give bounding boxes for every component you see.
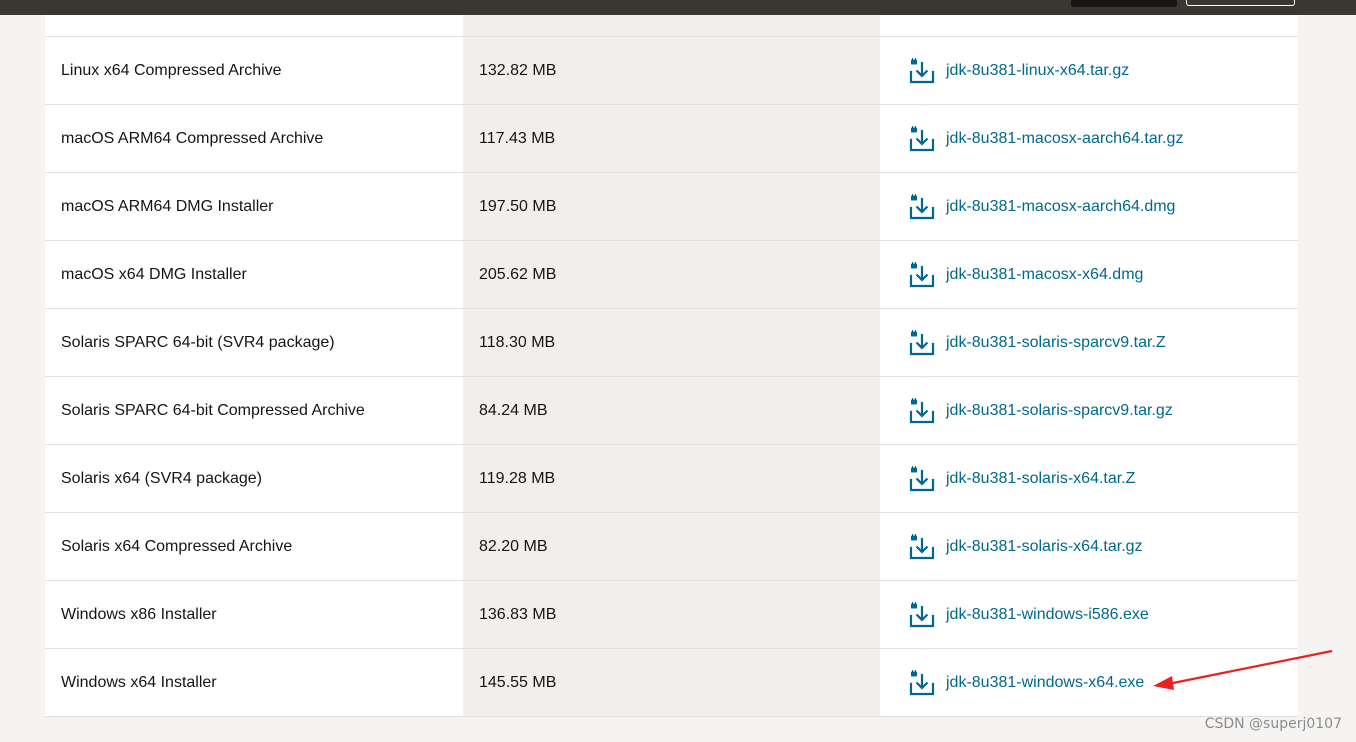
- size-cell: 117.43 MB: [463, 105, 880, 172]
- watermark: CSDN @superj0107: [1204, 716, 1342, 732]
- table-row: macOS x64 DMG Installer 205.62 MB jdk-8u38…: [45, 241, 1298, 309]
- download-link[interactable]: jdk-8u381-solaris-sparcv9.tar.gz: [908, 397, 1173, 424]
- file-cell: [880, 15, 1298, 36]
- top-navigation-bar: [0, 0, 1356, 15]
- download-icon: [909, 601, 935, 627]
- download-icon: [909, 669, 935, 695]
- download-link-label: jdk-8u381-solaris-sparcv9.tar.Z: [946, 333, 1166, 351]
- download-icon: [909, 125, 935, 151]
- description-text: macOS x64 DMG Installer: [61, 265, 247, 283]
- table-row: Solaris x64 Compressed Archive 82.20 MB jd…: [45, 513, 1298, 581]
- description-text: Solaris x64 Compressed Archive: [61, 537, 293, 555]
- description-cell: Windows x86 Installer: [45, 581, 463, 648]
- description-text: Linux x64 Compressed Archive: [61, 61, 282, 79]
- download-link[interactable]: jdk-8u381-linux-x64.tar.gz: [908, 57, 1130, 84]
- download-icon: [909, 57, 935, 83]
- description-text: macOS ARM64 DMG Installer: [61, 197, 274, 215]
- downloads-table: Linux x64 Compressed Archive 132.82 MB jdk…: [45, 15, 1298, 717]
- file-size-text: 145.55 MB: [479, 673, 557, 691]
- download-link[interactable]: jdk-8u381-windows-i586.exe: [908, 601, 1149, 628]
- size-cell: [463, 15, 880, 36]
- file-cell: jdk-8u381-macosx-aarch64.tar.gz: [880, 105, 1298, 172]
- download-icon: [909, 465, 935, 491]
- download-link-label: jdk-8u381-windows-x64.exe: [946, 673, 1145, 691]
- description-cell: Solaris x64 (SVR4 package): [45, 445, 463, 512]
- table-row-partial: [45, 15, 1298, 37]
- download-link[interactable]: jdk-8u381-macosx-aarch64.tar.gz: [908, 125, 1184, 152]
- table-row: Solaris SPARC 64-bit Compressed Archive 8…: [45, 377, 1298, 445]
- download-link-label: jdk-8u381-solaris-x64.tar.gz: [946, 537, 1143, 555]
- size-cell: 82.20 MB: [463, 513, 880, 580]
- file-size-text: 197.50 MB: [479, 197, 557, 215]
- table-row: Solaris x64 (SVR4 package) 119.28 MB jdk-8…: [45, 445, 1298, 513]
- file-size-text: 119.28 MB: [479, 469, 556, 487]
- download-icon: [909, 261, 935, 287]
- file-size-text: 84.24 MB: [479, 401, 548, 419]
- table-row: Windows x64 Installer 145.55 MB jdk-8u381-…: [45, 649, 1298, 717]
- file-cell: jdk-8u381-windows-i586.exe: [880, 581, 1298, 648]
- size-cell: 119.28 MB: [463, 445, 880, 512]
- download-link-label: jdk-8u381-macosx-aarch64.tar.gz: [946, 129, 1184, 147]
- download-link[interactable]: jdk-8u381-windows-x64.exe: [908, 669, 1145, 696]
- file-cell: jdk-8u381-linux-x64.tar.gz: [880, 37, 1298, 104]
- description-text: Solaris SPARC 64-bit (SVR4 package): [61, 333, 335, 351]
- download-icon: [909, 397, 935, 423]
- size-cell: 84.24 MB: [463, 377, 880, 444]
- file-size-text: 117.43 MB: [479, 129, 556, 147]
- download-link[interactable]: jdk-8u381-solaris-sparcv9.tar.Z: [908, 329, 1166, 356]
- download-link[interactable]: jdk-8u381-solaris-x64.tar.Z: [908, 465, 1136, 492]
- download-link-label: jdk-8u381-macosx-x64.dmg: [946, 265, 1144, 283]
- description-cell: Windows x64 Installer: [45, 649, 463, 716]
- file-size-text: 132.82 MB: [479, 61, 557, 79]
- download-link[interactable]: jdk-8u381-solaris-x64.tar.gz: [908, 533, 1143, 560]
- download-link-label: jdk-8u381-linux-x64.tar.gz: [946, 61, 1130, 79]
- table-row: macOS ARM64 DMG Installer 197.50 MB jdk-8u…: [45, 173, 1298, 241]
- file-size-text: 205.62 MB: [479, 265, 557, 283]
- download-link-label: jdk-8u381-solaris-x64.tar.Z: [946, 469, 1136, 487]
- download-link-label: jdk-8u381-windows-i586.exe: [946, 605, 1149, 623]
- download-link[interactable]: jdk-8u381-macosx-x64.dmg: [908, 261, 1144, 288]
- description-text: Windows x86 Installer: [61, 605, 217, 623]
- download-icon: [909, 533, 935, 559]
- file-cell: jdk-8u381-solaris-sparcv9.tar.gz: [880, 377, 1298, 444]
- top-outline-button[interactable]: [1186, 0, 1295, 6]
- table-row: macOS ARM64 Compressed Archive 117.43 MB j…: [45, 105, 1298, 173]
- file-cell: jdk-8u381-solaris-x64.tar.Z: [880, 445, 1298, 512]
- description-cell: [45, 15, 463, 36]
- download-icon: [909, 329, 935, 355]
- description-cell: macOS ARM64 Compressed Archive: [45, 105, 463, 172]
- download-link-label: jdk-8u381-solaris-sparcv9.tar.gz: [946, 401, 1173, 419]
- size-cell: 132.82 MB: [463, 37, 880, 104]
- download-icon: [909, 193, 935, 219]
- size-cell: 145.55 MB: [463, 649, 880, 716]
- top-dark-button[interactable]: [1071, 0, 1177, 7]
- size-cell: 205.62 MB: [463, 241, 880, 308]
- description-text: Windows x64 Installer: [61, 673, 217, 691]
- description-text: macOS ARM64 Compressed Archive: [61, 129, 324, 147]
- file-cell: jdk-8u381-solaris-sparcv9.tar.Z: [880, 309, 1298, 376]
- description-text: Solaris SPARC 64-bit Compressed Archive: [61, 401, 365, 419]
- size-cell: 136.83 MB: [463, 581, 880, 648]
- download-link[interactable]: jdk-8u381-macosx-aarch64.dmg: [908, 193, 1176, 220]
- size-cell: 118.30 MB: [463, 309, 880, 376]
- table-row: Linux x64 Compressed Archive 132.82 MB jdk…: [45, 37, 1298, 105]
- description-cell: Linux x64 Compressed Archive: [45, 37, 463, 104]
- description-cell: Solaris SPARC 64-bit (SVR4 package): [45, 309, 463, 376]
- file-size-text: 118.30 MB: [479, 333, 556, 351]
- size-cell: 197.50 MB: [463, 173, 880, 240]
- file-size-text: 82.20 MB: [479, 537, 548, 555]
- description-cell: macOS ARM64 DMG Installer: [45, 173, 463, 240]
- file-cell: jdk-8u381-macosx-x64.dmg: [880, 241, 1298, 308]
- file-cell: jdk-8u381-windows-x64.exe: [880, 649, 1298, 716]
- table-row: Windows x86 Installer 136.83 MB jdk-8u381-…: [45, 581, 1298, 649]
- description-cell: Solaris SPARC 64-bit Compressed Archive: [45, 377, 463, 444]
- table-row: Solaris SPARC 64-bit (SVR4 package) 118.3…: [45, 309, 1298, 377]
- file-cell: jdk-8u381-solaris-x64.tar.gz: [880, 513, 1298, 580]
- description-cell: macOS x64 DMG Installer: [45, 241, 463, 308]
- download-link-label: jdk-8u381-macosx-aarch64.dmg: [946, 197, 1176, 215]
- file-size-text: 136.83 MB: [479, 605, 557, 623]
- description-cell: Solaris x64 Compressed Archive: [45, 513, 463, 580]
- description-text: Solaris x64 (SVR4 package): [61, 469, 262, 487]
- file-cell: jdk-8u381-macosx-aarch64.dmg: [880, 173, 1298, 240]
